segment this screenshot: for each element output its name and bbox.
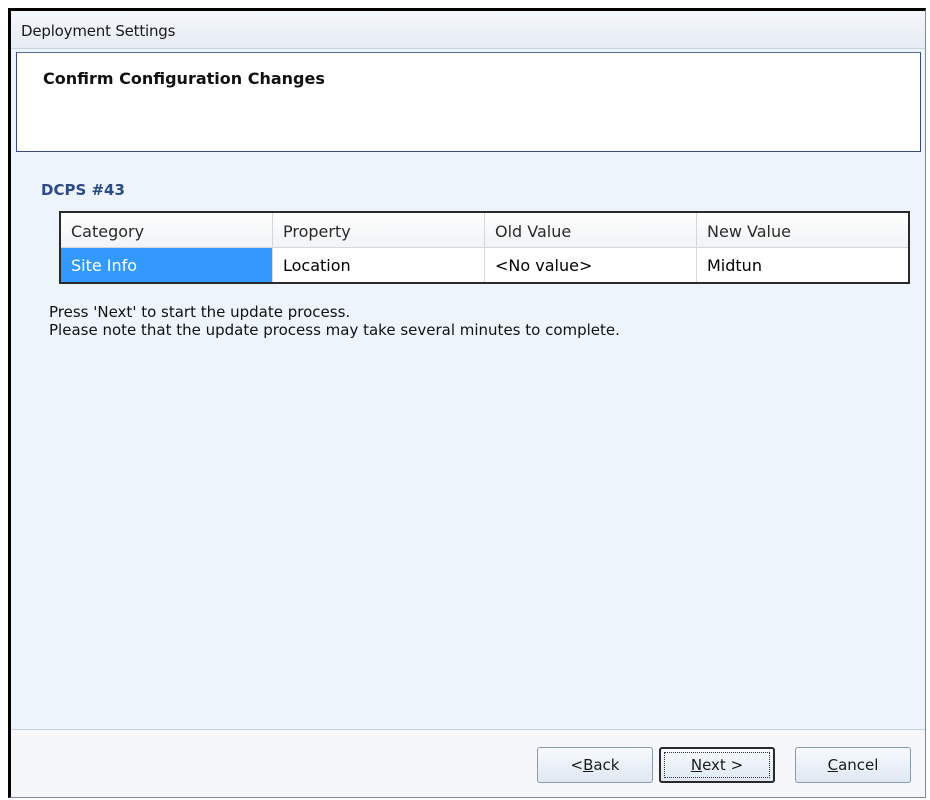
column-header-new-value[interactable]: New Value [697, 213, 908, 247]
wizard-header-panel: Confirm Configuration Changes [16, 52, 921, 152]
page-title: Confirm Configuration Changes [43, 69, 325, 88]
instruction-line-2: Please note that the update process may … [49, 321, 620, 339]
instruction-text: Press 'Next' to start the update process… [49, 303, 620, 339]
column-header-category[interactable]: Category [61, 213, 273, 247]
next-button[interactable]: Next > [659, 747, 775, 783]
column-header-old-value[interactable]: Old Value [485, 213, 697, 247]
table-row[interactable]: Site Info Location <No value> Midtun [61, 248, 908, 282]
window-title: Deployment Settings [21, 22, 176, 40]
cell-category[interactable]: Site Info [61, 248, 273, 282]
back-button-label: ack [593, 756, 620, 774]
deployment-settings-window: Deployment Settings Confirm Configuratio… [8, 8, 926, 798]
cancel-button-mnemonic: C [827, 756, 839, 774]
next-button-mnemonic: N [690, 756, 703, 774]
changes-table: Category Property Old Value New Value Si… [59, 211, 910, 284]
back-button[interactable]: < Back [537, 747, 653, 783]
cancel-button-label: ancel [838, 756, 879, 774]
cell-old-value[interactable]: <No value> [485, 248, 697, 282]
window-title-bar: Deployment Settings [11, 11, 925, 49]
next-button-label: ext > [702, 756, 744, 774]
table-header-row: Category Property Old Value New Value [61, 213, 908, 248]
column-header-property[interactable]: Property [273, 213, 485, 247]
cancel-button[interactable]: Cancel [795, 747, 911, 783]
back-button-prefix: < [570, 756, 584, 774]
cell-new-value[interactable]: Midtun [697, 248, 908, 282]
back-button-mnemonic: B [583, 756, 594, 774]
section-title: DCPS #43 [41, 181, 125, 199]
instruction-line-1: Press 'Next' to start the update process… [49, 303, 351, 321]
button-bar: < Back Next > Cancel [11, 729, 925, 797]
cell-property[interactable]: Location [273, 248, 485, 282]
